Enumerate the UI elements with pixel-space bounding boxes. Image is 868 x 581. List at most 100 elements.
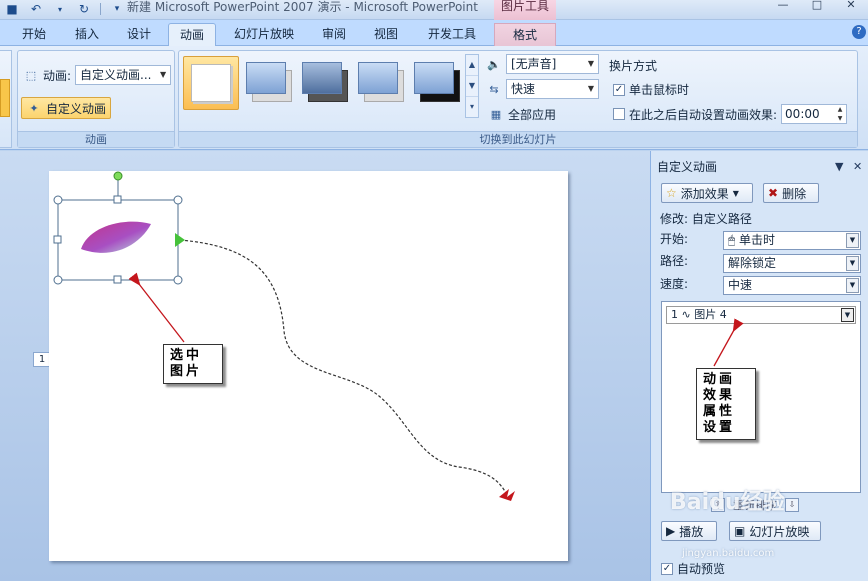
tab-insert[interactable]: 插入 <box>62 23 112 46</box>
watermark-logo: Baidu经验 <box>670 490 785 515</box>
auto-advance-checkbox[interactable] <box>613 108 625 120</box>
add-effect-button[interactable]: ☆ 添加效果 ▼ <box>661 183 753 203</box>
gallery-up-icon[interactable]: ▲ <box>466 55 478 76</box>
motion-path[interactable] <box>179 239 507 494</box>
list-item[interactable]: 1 ∿ 图片 4 ▼ <box>666 306 856 324</box>
start-value: 单击时 <box>739 233 776 247</box>
animations-group: ⬚ 动画: 自定义动画... ▼ ✦ 自定义动画 动画 <box>17 50 175 148</box>
gallery-down-icon[interactable]: ▼ <box>466 76 478 97</box>
transition-none-thumb[interactable] <box>183 56 239 110</box>
apply-all-label: 全部应用 <box>508 108 557 122</box>
custom-animation-label: 自定义动画 <box>46 101 107 116</box>
preview-icon[interactable] <box>0 79 10 117</box>
apply-all-icon: ▦ <box>490 108 502 121</box>
window-title: 新建 Microsoft PowerPoint 2007 演示 - Micros… <box>127 0 478 14</box>
on-click-checkbox[interactable]: ✓ <box>613 83 625 96</box>
transition-fade-thumb[interactable] <box>246 62 292 104</box>
animate-combo[interactable]: 自定义动画... ▼ <box>75 65 172 85</box>
preview-group-edge <box>0 50 12 148</box>
picture-tools-title: 图片工具 <box>494 0 556 20</box>
remove-button[interactable]: ✖ 删除 <box>763 183 819 203</box>
star-icon: ☆ <box>666 186 677 200</box>
speed-combo[interactable]: 中速 ▼ <box>723 276 861 295</box>
spinner-icon[interactable]: ▲ ▼ <box>834 105 846 123</box>
rotate-handle[interactable] <box>113 171 123 181</box>
slide-drawing <box>53 171 515 501</box>
slide-editing-area: 1 选中图片 <box>0 151 650 581</box>
apply-all-button[interactable]: ▦ 全部应用 <box>488 106 556 123</box>
resize-handle[interactable] <box>53 195 63 205</box>
tab-animations[interactable]: 动画 <box>168 23 216 46</box>
sound-combo[interactable]: [无声音] ▼ <box>506 54 599 74</box>
auto-advance-time-input[interactable]: 00:00 ▲ ▼ <box>781 104 848 124</box>
help-icon[interactable]: ? <box>852 25 866 39</box>
close-icon[interactable]: ✕ <box>834 0 868 14</box>
transition-cut-thumb[interactable] <box>358 62 404 104</box>
callout-selected-image: 选中图片 <box>163 344 223 384</box>
autopreview-label: 自动预览 <box>677 562 726 576</box>
watermark-url: jingyan.baidu.com <box>682 548 775 559</box>
callout-effect-properties: 动画效果属性设置 <box>696 368 756 440</box>
resize-handle[interactable] <box>113 195 122 204</box>
move-down-icon[interactable]: ⇩ <box>785 498 799 512</box>
resize-handle[interactable] <box>173 195 183 205</box>
customize-qat-icon[interactable]: ▾ <box>109 2 125 16</box>
petal-image[interactable] <box>81 221 151 253</box>
on-click-label: 单击鼠标时 <box>629 83 690 97</box>
resize-handle[interactable] <box>53 275 63 285</box>
resize-handle[interactable] <box>113 275 122 284</box>
resize-handle[interactable] <box>53 235 62 244</box>
tab-slideshow[interactable]: 幻灯片放映 <box>222 23 306 46</box>
slideshow-button[interactable]: ▣ 幻灯片放映 <box>729 521 821 541</box>
tab-developer[interactable]: 开发工具 <box>414 23 490 46</box>
transition-speed-combo[interactable]: 快速 ▼ <box>506 79 599 99</box>
transition-cut-black-thumb[interactable] <box>414 62 460 104</box>
tab-format[interactable]: 格式 <box>494 23 556 46</box>
start-combo[interactable]: 🖱 单击时 ▼ <box>723 231 861 250</box>
maximize-icon[interactable]: □ <box>800 0 834 14</box>
custom-animation-button[interactable]: ✦ 自定义动画 <box>21 97 112 119</box>
play-label: 播放 <box>679 524 704 539</box>
animate-label: 动画: <box>43 68 72 83</box>
add-effect-label: 添加效果 <box>680 186 729 201</box>
save-icon[interactable]: ■ <box>4 2 20 16</box>
redo-icon[interactable]: ↻ <box>76 2 92 16</box>
speed-icon: ⇆ <box>489 82 499 96</box>
modify-label: 修改: 自定义路径 <box>660 212 752 226</box>
close-icon[interactable]: ✕ <box>853 156 862 178</box>
chevron-down-icon[interactable]: ▼ <box>846 256 859 271</box>
chevron-down-icon[interactable]: ▼ <box>846 278 859 293</box>
minimize-icon[interactable]: — <box>766 0 800 14</box>
gallery-more-icon[interactable]: ▾ <box>466 97 478 118</box>
pane-menu-icon[interactable]: ▼ <box>835 156 843 178</box>
tab-design[interactable]: 设计 <box>114 23 164 46</box>
auto-advance-time-value: 00:00 <box>785 107 820 121</box>
advance-slide-title: 换片方式 <box>609 59 658 73</box>
resize-handle[interactable] <box>173 275 183 285</box>
transition-fade-black-thumb[interactable] <box>302 62 348 104</box>
speed-value: 中速 <box>728 278 753 292</box>
path-start-icon[interactable] <box>175 233 185 247</box>
animation-list[interactable]: 1 ∿ 图片 4 ▼ 动画效果属性设置 <box>661 301 861 493</box>
ribbon-tabs: 开始 插入 设计 动画 幻灯片放映 审阅 视图 开发工具 格式 ? <box>0 20 868 46</box>
pane-title: 自定义动画 ▼ ✕ <box>651 156 868 178</box>
custom-animation-icon: ✦ <box>29 101 39 115</box>
remove-icon: ✖ <box>768 186 779 200</box>
chevron-down-icon[interactable]: ▼ <box>841 308 854 322</box>
gallery-scroll[interactable]: ▲ ▼ ▾ <box>465 54 479 118</box>
window-controls: — □ ✕ <box>766 0 868 14</box>
play-icon: ▶ <box>666 524 676 538</box>
path-combo[interactable]: 解除锁定 ▼ <box>723 254 861 273</box>
play-button[interactable]: ▶ 播放 <box>661 521 717 541</box>
dropdown-icon[interactable]: ▾ <box>52 2 68 16</box>
undo-icon[interactable]: ↶ <box>28 2 44 16</box>
autopreview-checkbox[interactable]: ✓ <box>661 562 673 575</box>
speed-label: 速度: <box>660 277 689 291</box>
slide-canvas[interactable]: 选中图片 <box>49 171 568 561</box>
tab-review[interactable]: 审阅 <box>310 23 358 46</box>
path-end-icon[interactable] <box>499 489 515 501</box>
tab-home[interactable]: 开始 <box>8 23 60 46</box>
quick-access-toolbar: ■ ↶ ▾ ↻ ▾ <box>4 0 125 18</box>
tab-view[interactable]: 视图 <box>362 23 410 46</box>
chevron-down-icon[interactable]: ▼ <box>846 233 859 248</box>
